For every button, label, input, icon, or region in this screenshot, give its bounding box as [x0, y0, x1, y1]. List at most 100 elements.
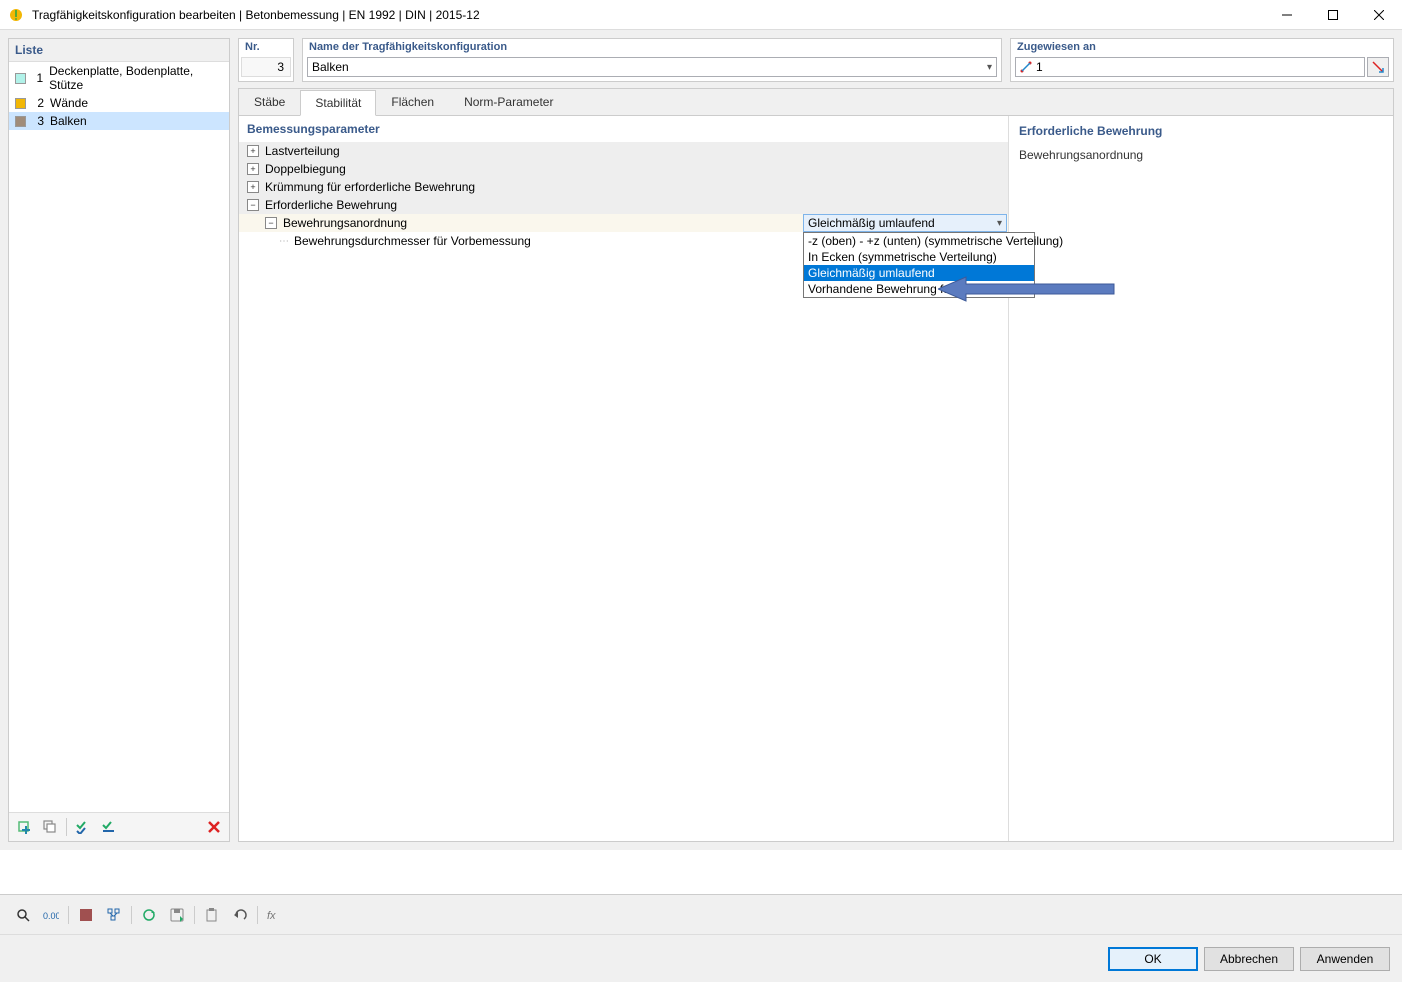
pick-button[interactable]: [1367, 57, 1389, 77]
delete-button[interactable]: [202, 816, 226, 838]
list-item-num: 2: [32, 96, 44, 110]
params-header: Bemessungsparameter: [239, 116, 1008, 142]
separator: [257, 906, 258, 924]
dialog-buttons: OK Abbrechen Anwenden: [0, 934, 1402, 982]
function-button[interactable]: fx: [262, 903, 288, 927]
info-column: Erforderliche Bewehrung Bewehrungsanordn…: [1009, 116, 1393, 841]
maximize-button[interactable]: [1310, 0, 1356, 30]
info-text: Bewehrungsanordnung: [1019, 148, 1383, 162]
assign-input[interactable]: 1: [1015, 57, 1365, 77]
footer: 0.00 fx OK Abbrechen Anwenden: [0, 850, 1402, 944]
member-icon: [1020, 61, 1032, 73]
color-swatch: [15, 116, 26, 127]
check-all-button[interactable]: [97, 816, 121, 838]
list-item-label: Wände: [50, 96, 88, 110]
tree-group[interactable]: + Doppelbiegung: [239, 160, 1008, 178]
list-item-num: 1: [32, 71, 44, 85]
tree-connector: ⋯: [279, 236, 289, 247]
titlebar: Tragfähigkeitskonfiguration bearbeiten |…: [0, 0, 1402, 30]
assign-value: 1: [1036, 60, 1043, 74]
right-area: Nr. 3 Name der Tragfähigkeitskonfigurati…: [238, 38, 1394, 842]
tab-flaechen[interactable]: Flächen: [376, 89, 449, 115]
nr-value[interactable]: 3: [241, 57, 291, 77]
new-item-button[interactable]: [12, 816, 36, 838]
separator: [68, 906, 69, 924]
assign-label: Zugewiesen an: [1011, 39, 1393, 55]
window-controls: [1264, 0, 1402, 30]
dropdown-option[interactable]: -z (oben) - +z (unten) (symmetrische Ver…: [804, 233, 1034, 249]
nr-label: Nr.: [239, 39, 293, 55]
undo-button[interactable]: [227, 903, 253, 927]
name-label: Name der Tragfähigkeitskonfiguration: [303, 39, 1001, 55]
tree-button[interactable]: [101, 903, 127, 927]
content-area: Liste 1 Deckenplatte, Bodenplatte, Stütz…: [0, 30, 1402, 850]
check-button[interactable]: [71, 816, 95, 838]
refresh-button[interactable]: [136, 903, 162, 927]
tree-group[interactable]: − Erforderliche Bewehrung: [239, 196, 1008, 214]
list-body: 1 Deckenplatte, Bodenplatte, Stütze 2 Wä…: [9, 62, 229, 812]
copy-item-button[interactable]: [38, 816, 62, 838]
list-item[interactable]: 2 Wände: [9, 94, 229, 112]
assigned-to-box: Zugewiesen an 1: [1010, 38, 1394, 82]
minimize-button[interactable]: [1264, 0, 1310, 30]
dropdown-option[interactable]: In Ecken (symmetrische Verteilung): [804, 249, 1034, 265]
dropdown-value: Gleichmäßig umlaufend: [808, 216, 935, 230]
list-header: Liste: [9, 39, 229, 62]
tree-group[interactable]: + Lastverteilung: [239, 142, 1008, 160]
name-box: Name der Tragfähigkeitskonfiguration Bal…: [302, 38, 1002, 82]
name-value: Balken: [312, 60, 349, 74]
tree-label: Doppelbiegung: [263, 162, 1008, 176]
info-header: Erforderliche Bewehrung: [1019, 124, 1383, 138]
separator: [194, 906, 195, 924]
list-item-num: 3: [32, 114, 44, 128]
tree-label: Lastverteilung: [263, 144, 1008, 158]
tabs: Stäbe Stabilität Flächen Norm-Parameter: [239, 89, 1393, 116]
tree-sub[interactable]: − Bewehrungsanordnung Gleichmäßig umlauf…: [239, 214, 1008, 232]
left-list-panel: Liste 1 Deckenplatte, Bodenplatte, Stütz…: [8, 38, 230, 842]
bottom-toolbar: 0.00 fx: [0, 894, 1402, 934]
save-config-button[interactable]: [164, 903, 190, 927]
tab-norm-parameter[interactable]: Norm-Parameter: [449, 89, 568, 115]
tree-group[interactable]: + Krümmung für erforderliche Bewehrung: [239, 178, 1008, 196]
tab-stabilitaet[interactable]: Stabilität: [300, 90, 376, 116]
number-box: Nr. 3: [238, 38, 294, 82]
chevron-down-icon: ▾: [997, 218, 1002, 229]
expand-icon[interactable]: +: [247, 181, 259, 193]
color-button[interactable]: [73, 903, 99, 927]
annotation-arrow: [938, 274, 1118, 307]
reinforcement-layout-dropdown[interactable]: Gleichmäßig umlaufend ▾ -z (oben) - +z (…: [803, 214, 1007, 232]
list-item[interactable]: 1 Deckenplatte, Bodenplatte, Stütze: [9, 62, 229, 94]
list-toolbar: [9, 812, 229, 841]
search-button[interactable]: [10, 903, 36, 927]
collapse-icon[interactable]: −: [265, 217, 277, 229]
chevron-down-icon: ▾: [987, 62, 992, 73]
name-select[interactable]: Balken ▾: [307, 57, 997, 77]
params-tree: + Lastverteilung + Doppelbiegung + Krümm…: [239, 142, 1008, 250]
close-button[interactable]: [1356, 0, 1402, 30]
clipboard-button[interactable]: [199, 903, 225, 927]
units-button[interactable]: 0.00: [38, 903, 64, 927]
tab-staebe[interactable]: Stäbe: [239, 89, 300, 115]
params-column: Bemessungsparameter + Lastverteilung + D…: [239, 116, 1009, 841]
expand-icon[interactable]: +: [247, 163, 259, 175]
top-row: Nr. 3 Name der Tragfähigkeitskonfigurati…: [238, 38, 1394, 82]
separator: [131, 906, 132, 924]
tree-label: Bewehrungsanordnung: [281, 216, 803, 230]
worksheet: Stäbe Stabilität Flächen Norm-Parameter …: [238, 88, 1394, 842]
list-item[interactable]: 3 Balken: [9, 112, 229, 130]
svg-text:fx: fx: [267, 910, 276, 922]
list-item-label: Balken: [50, 114, 87, 128]
list-item-label: Deckenplatte, Bodenplatte, Stütze: [49, 64, 223, 92]
tree-label: Krümmung für erforderliche Bewehrung: [263, 180, 1008, 194]
expand-icon[interactable]: +: [247, 145, 259, 157]
svg-text:0.00: 0.00: [43, 911, 59, 921]
worksheet-body: Bemessungsparameter + Lastverteilung + D…: [239, 116, 1393, 841]
ok-button[interactable]: OK: [1108, 947, 1198, 971]
apply-button[interactable]: Anwenden: [1300, 947, 1390, 971]
separator: [66, 818, 67, 836]
app-icon: [8, 7, 24, 23]
collapse-icon[interactable]: −: [247, 199, 259, 211]
cancel-button[interactable]: Abbrechen: [1204, 947, 1294, 971]
color-swatch: [15, 73, 26, 84]
tree-label: Erforderliche Bewehrung: [263, 198, 1008, 212]
